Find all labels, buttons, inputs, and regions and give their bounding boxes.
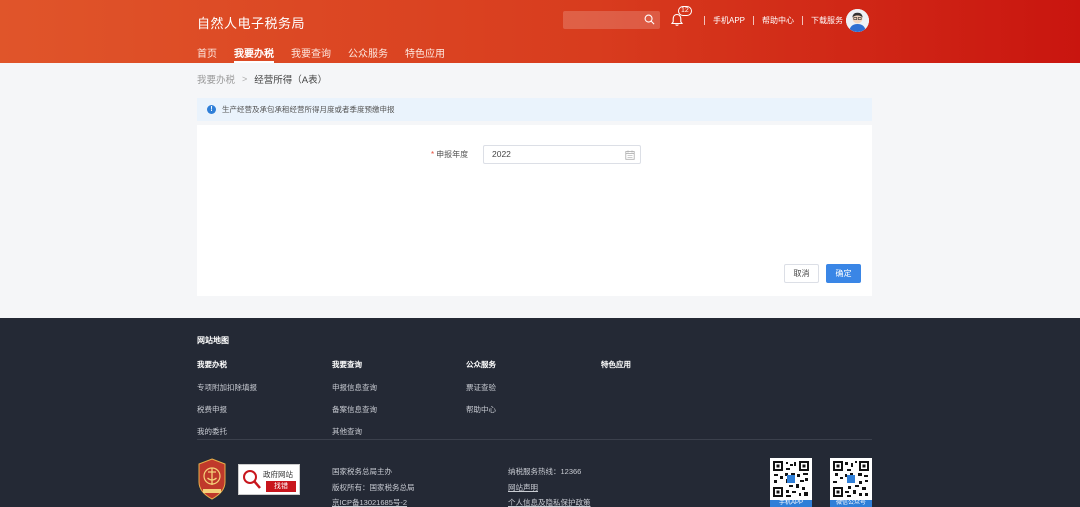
avatar[interactable]: [846, 9, 869, 32]
nav-home[interactable]: 首页: [197, 45, 217, 63]
user-avatar-icon: [846, 9, 869, 32]
footer-column-title: 我要查询: [332, 360, 362, 369]
qr-code-wechat[interactable]: 微信公众号: [830, 458, 872, 507]
header-links: 手机APP 帮助中心 下载服务: [696, 15, 843, 26]
footer-column-query: 我要查询 申报信息查询 备案信息查询 其他查询: [332, 359, 377, 448]
gov-site-label: 政府网站: [263, 470, 293, 479]
breadcrumb-current: 经营所得（A表）: [254, 75, 328, 86]
find-error-label: 找错: [266, 481, 296, 492]
tax-emblem-icon[interactable]: [197, 458, 227, 500]
main-nav: 首页 我要办税 我要查询 公众服务 特色应用: [197, 45, 445, 63]
divider: [753, 16, 755, 25]
nav-query[interactable]: 我要查询: [291, 45, 331, 63]
site-statement-link[interactable]: 网站声明: [508, 480, 591, 496]
footer-column-featured-apps: 特色应用: [601, 359, 631, 382]
cancel-button[interactable]: 取消: [784, 264, 819, 283]
qr-code-icon: [770, 458, 812, 500]
site-brand[interactable]: 自然人电子税务局: [197, 13, 305, 32]
breadcrumb: 我要办税 > 经营所得（A表）: [197, 72, 327, 86]
copyright-text: 版权所有：国家税务总局: [332, 482, 415, 492]
footer-link[interactable]: 备案信息查询: [332, 404, 377, 415]
footer-link[interactable]: 帮助中心: [466, 404, 496, 415]
chevron-right-icon: >: [242, 74, 248, 84]
qr-code-app[interactable]: 手机APP: [770, 458, 812, 507]
gov-site-error-badge[interactable]: 政府网站 找错: [238, 464, 300, 495]
footer-column-title: 特色应用: [601, 360, 631, 369]
qr-code-icon: [830, 458, 872, 500]
footer-link[interactable]: 专项附加扣除填报: [197, 382, 257, 393]
breadcrumb-parent[interactable]: 我要办税: [197, 72, 235, 86]
calendar-icon[interactable]: [625, 150, 635, 160]
download-service-link[interactable]: 下载服务: [811, 15, 843, 26]
footer-info-right: 纳税服务热线：12366 网站声明 个人信息及隐私保护政策: [508, 464, 591, 507]
footer-info-left: 国家税务总局主办 版权所有：国家税务总局 京ICP备13021685号-2: [332, 464, 415, 507]
divider: [802, 16, 804, 25]
footer-column-public-service: 公众服务 票证查验 帮助中心: [466, 359, 496, 426]
notice-text: 生产经营及承包承租经营所得月度或者季度预缴申报: [222, 105, 395, 114]
notification-badge: 12: [678, 6, 692, 16]
footer-link[interactable]: 票证查验: [466, 382, 496, 393]
info-icon: !: [207, 105, 216, 114]
confirm-button[interactable]: 确定: [826, 264, 861, 283]
mobile-app-link[interactable]: 手机APP: [713, 15, 745, 26]
magnifier-icon: [243, 470, 261, 489]
privacy-policy-link[interactable]: 个人信息及隐私保护政策: [508, 495, 591, 507]
top-header: 自然人电子税务局 首页 我要办税 我要查询 公众服务 特色应用 12 手机APP…: [0, 0, 1080, 63]
divider: [704, 16, 705, 25]
year-label-text: 申报年度: [436, 150, 469, 159]
search-icon[interactable]: [644, 14, 655, 25]
nav-featured-apps[interactable]: 特色应用: [405, 45, 445, 63]
icp-link[interactable]: 京ICP备13021685号-2: [332, 495, 415, 507]
nav-do-tax[interactable]: 我要办税: [234, 45, 274, 63]
help-center-link[interactable]: 帮助中心: [762, 15, 794, 26]
sitemap-title: 网站地图: [197, 336, 229, 345]
footer-column-title: 公众服务: [466, 360, 496, 369]
footer-link[interactable]: 税费申报: [197, 404, 257, 415]
notice-bar: ! 生产经营及承包承租经营所得月度或者季度预缴申报: [197, 98, 872, 121]
search-input[interactable]: [563, 11, 660, 29]
organizer-text: 国家税务总局主办: [332, 467, 392, 476]
hotline-text: 纳税服务热线：12366: [508, 467, 582, 476]
footer-column-title: 我要办税: [197, 360, 227, 369]
footer-column-do-tax: 我要办税 专项附加扣除填报 税费申报 我的委托: [197, 359, 257, 448]
footer-link[interactable]: 我的委托: [197, 426, 257, 437]
nav-public-service[interactable]: 公众服务: [348, 45, 388, 63]
footer-divider: [197, 439, 872, 440]
year-label: * 申报年度: [431, 149, 468, 160]
footer-link[interactable]: 其他查询: [332, 426, 377, 437]
qr-caption: 微信公众号: [830, 500, 872, 507]
form-card: * 申报年度 2022 取消 确定: [197, 125, 872, 296]
footer: 网站地图 我要办税 专项附加扣除填报 税费申报 我的委托 我要查询 申报信息查询…: [0, 318, 1080, 507]
required-mark: *: [431, 150, 435, 159]
year-picker-input[interactable]: 2022: [483, 145, 641, 164]
footer-link[interactable]: 申报信息查询: [332, 382, 377, 393]
year-value: 2022: [492, 149, 511, 159]
